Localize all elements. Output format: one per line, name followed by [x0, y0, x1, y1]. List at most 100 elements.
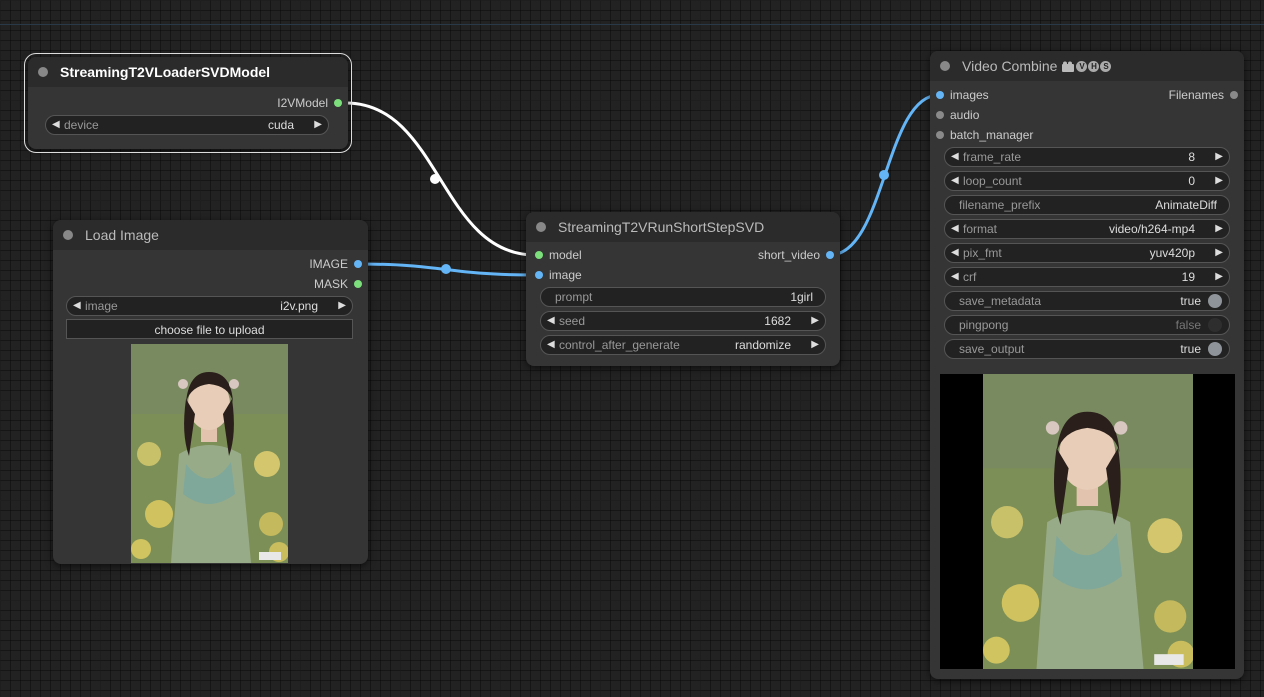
node-title-bar[interactable]: Video Combine V H S [930, 51, 1244, 81]
widget-label: prompt [555, 290, 593, 304]
filename-prefix-field[interactable]: filename_prefix AnimateDiff [944, 195, 1230, 215]
slot-dot-icon[interactable] [826, 251, 834, 259]
slot-label: batch_manager [950, 128, 1034, 142]
output-slot-filenames[interactable]: Filenames [1169, 85, 1244, 105]
output-slot-mask[interactable]: MASK [314, 274, 368, 294]
slot-dot-icon[interactable] [535, 271, 543, 279]
input-slot-images[interactable]: images [930, 85, 989, 105]
output-slot-short-video[interactable]: short_video [758, 245, 840, 265]
toggle-knob-icon[interactable] [1208, 342, 1222, 356]
slot-dot-icon[interactable] [354, 260, 362, 268]
output-slot-image[interactable]: IMAGE [309, 254, 368, 274]
arrow-right-icon[interactable]: ▶ [314, 116, 322, 134]
node-title: StreamingT2VRunShortStepSVD [558, 219, 765, 235]
vhs-badge-v-icon: V [1076, 60, 1088, 72]
arrow-right-icon[interactable]: ▶ [338, 297, 346, 315]
slot-label: audio [950, 108, 980, 122]
widget-label: loop_count [963, 174, 1022, 188]
slot-dot-icon[interactable] [354, 280, 362, 288]
widget-value: true [1180, 342, 1201, 356]
video-preview[interactable] [940, 374, 1235, 669]
link-image-midpoint[interactable] [441, 264, 451, 274]
device-combo[interactable]: ◀ device cuda ▶ [45, 115, 329, 135]
input-slot-batch-manager[interactable]: batch_manager [930, 125, 1033, 145]
slot-dot-icon[interactable] [334, 99, 342, 107]
arrow-right-icon[interactable]: ▶ [1215, 148, 1223, 166]
loop-count-number[interactable]: ◀ loop_count 0 ▶ [944, 171, 1230, 191]
widget-label: save_metadata [959, 294, 1042, 308]
arrow-left-icon[interactable]: ◀ [52, 116, 60, 134]
collapse-dot-icon[interactable] [940, 61, 950, 71]
widget-value: cuda [267, 118, 294, 132]
upload-button[interactable]: choose file to upload [66, 319, 353, 339]
arrow-left-icon[interactable]: ◀ [951, 148, 959, 166]
input-slot-model[interactable]: model [529, 245, 582, 265]
arrow-left-icon[interactable]: ◀ [73, 297, 81, 315]
arrow-right-icon[interactable]: ▶ [1215, 220, 1223, 238]
format-combo[interactable]: ◀ format video/h264-mp4 ▶ [944, 219, 1230, 239]
arrow-right-icon[interactable]: ▶ [1215, 268, 1223, 286]
link-short-video-midpoint[interactable] [879, 170, 889, 180]
slot-dot-icon[interactable] [1230, 91, 1238, 99]
widget-value: 1682 [764, 314, 791, 328]
widget-label: image [85, 299, 118, 313]
slot-dot-icon[interactable] [535, 251, 543, 259]
arrow-right-icon[interactable]: ▶ [811, 336, 819, 354]
control-after-generate-combo[interactable]: ◀ control_after_generate randomize ▶ [540, 335, 826, 355]
seed-number[interactable]: ◀ seed 1682 ▶ [540, 311, 826, 331]
crf-number[interactable]: ◀ crf 19 ▶ [944, 267, 1230, 287]
slot-label: Filenames [1168, 88, 1224, 102]
arrow-left-icon[interactable]: ◀ [951, 172, 959, 190]
widget-label: save_output [959, 342, 1025, 356]
load-image-node[interactable]: Load Image IMAGE MASK ◀ image i2v.png ▶ … [53, 220, 368, 564]
arrow-right-icon[interactable]: ▶ [1215, 244, 1223, 262]
collapse-dot-icon[interactable] [63, 230, 73, 240]
arrow-right-icon[interactable]: ▶ [1215, 172, 1223, 190]
collapse-dot-icon[interactable] [536, 222, 546, 232]
toggle-knob-icon[interactable] [1208, 318, 1222, 332]
widget-value: AnimateDiff [1155, 198, 1217, 212]
loader-svd-model-node[interactable]: StreamingT2VLoaderSVDModel I2VModel ◀ de… [24, 53, 352, 153]
slot-label: images [950, 88, 989, 102]
prompt-field[interactable]: prompt 1girl [540, 287, 826, 307]
save-metadata-toggle[interactable]: save_metadata true [944, 291, 1230, 311]
arrow-left-icon[interactable]: ◀ [951, 268, 959, 286]
input-slot-audio[interactable]: audio [930, 105, 979, 125]
node-title: StreamingT2VLoaderSVDModel [60, 64, 271, 80]
arrow-left-icon[interactable]: ◀ [951, 244, 959, 262]
node-title-bar[interactable]: Load Image [53, 220, 368, 250]
video-combine-node[interactable]: Video Combine V H S images audio batch_m… [930, 51, 1244, 679]
collapse-dot-icon[interactable] [38, 67, 48, 77]
pix-fmt-combo[interactable]: ◀ pix_fmt yuv420p ▶ [944, 243, 1230, 263]
arrow-left-icon[interactable]: ◀ [547, 336, 555, 354]
pingpong-toggle[interactable]: pingpong false [944, 315, 1230, 335]
widget-label: filename_prefix [959, 198, 1041, 212]
node-title-bar[interactable]: StreamingT2VRunShortStepSVD [526, 212, 840, 242]
frame-rate-number[interactable]: ◀ frame_rate 8 ▶ [944, 147, 1230, 167]
slot-dot-icon[interactable] [936, 111, 944, 119]
portrait-photo [131, 344, 288, 563]
widget-label: seed [559, 314, 586, 328]
input-slot-image[interactable]: image [529, 265, 582, 285]
slot-label: image [549, 268, 582, 282]
slot-label: MASK [313, 277, 348, 291]
output-slot-i2vmodel[interactable]: I2VModel [277, 93, 348, 113]
node-title-bar[interactable]: StreamingT2VLoaderSVDModel [28, 57, 348, 87]
slot-dot-icon[interactable] [936, 131, 944, 139]
link-model[interactable] [345, 101, 536, 257]
widget-label: pingpong [959, 318, 1009, 332]
slot-dot-icon[interactable] [936, 91, 944, 99]
arrow-left-icon[interactable]: ◀ [547, 312, 555, 330]
toggle-knob-icon[interactable] [1208, 294, 1222, 308]
arrow-left-icon[interactable]: ◀ [951, 220, 959, 238]
slot-label: IMAGE [309, 257, 348, 271]
widget-value: false [1175, 318, 1201, 332]
save-output-toggle[interactable]: save_output true [944, 339, 1230, 359]
link-model-midpoint[interactable] [430, 174, 440, 184]
arrow-right-icon[interactable]: ▶ [811, 312, 819, 330]
widget-value: 8 [1188, 150, 1195, 164]
widget-value: 0 [1188, 174, 1195, 188]
run-short-step-svd-node[interactable]: StreamingT2VRunShortStepSVD model image … [526, 212, 840, 366]
image-combo[interactable]: ◀ image i2v.png ▶ [66, 296, 353, 316]
widget-label: format [963, 222, 998, 236]
